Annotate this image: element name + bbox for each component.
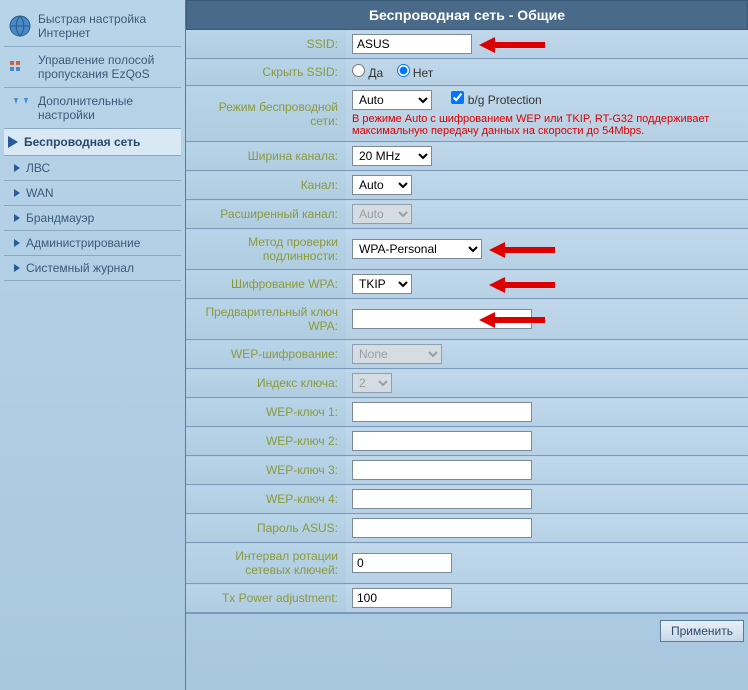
hide-ssid-no-radio[interactable] [397,64,410,77]
main-panel: Беспроводная сеть - Общие SSID: Скрыть S… [186,0,748,690]
tools-icon [8,96,32,120]
rotation-label: Интервал ротации сетевых ключей: [186,543,346,584]
sidebar-item-label: WAN [26,186,54,200]
rotation-input[interactable] [352,553,452,573]
sidebar-item-label: Дополнительные настройки [38,94,177,122]
triangle-right-icon [8,136,18,148]
page-title: Беспроводная сеть - Общие [186,0,748,30]
apply-button[interactable]: Применить [660,620,744,642]
wpa-key-label: Предварительный ключ WPA: [186,299,346,340]
sidebar-item-label: Брандмауэр [26,211,94,225]
sidebar-item-wireless[interactable]: Беспроводная сеть [4,129,181,156]
ext-channel-select: Auto [352,204,412,224]
mode-select[interactable]: Auto [352,90,432,110]
ssid-input[interactable] [352,34,472,54]
wep1-input[interactable] [352,402,532,422]
wep1-label: WEP-ключ 1: [186,398,346,427]
sidebar-item-quick-setup[interactable]: Быстрая настройка Интернет [4,6,181,47]
sidebar-item-firewall[interactable]: Брандмауэр [4,206,181,231]
width-select[interactable]: 20 MHz [352,146,432,166]
key-index-label: Индекс ключа: [186,369,346,398]
sidebar-item-wan[interactable]: WAN [4,181,181,206]
globe-icon [8,14,32,38]
sidebar-item-syslog[interactable]: Системный журнал [4,256,181,281]
wep4-input[interactable] [352,489,532,509]
asus-pass-input[interactable] [352,518,532,538]
auth-select[interactable]: WPA-Personal [352,239,482,259]
qos-icon [8,55,32,79]
sidebar-item-admin[interactable]: Администрирование [4,231,181,256]
triangle-right-icon [14,189,20,197]
wep3-input[interactable] [352,460,532,480]
hide-ssid-yes-label[interactable]: Да [352,66,383,80]
triangle-right-icon [14,214,20,222]
hide-ssid-label: Скрыть SSID: [186,59,346,86]
sidebar-item-lan[interactable]: ЛВС [4,156,181,181]
triangle-right-icon [14,264,20,272]
ext-channel-label: Расширенный канал: [186,200,346,229]
hide-ssid-yes-radio[interactable] [352,64,365,77]
width-label: Ширина канала: [186,142,346,171]
footer: Применить [186,613,748,648]
tx-power-input[interactable] [352,588,452,608]
bg-protection-checkbox[interactable] [451,91,464,104]
channel-select[interactable]: Auto [352,175,412,195]
sidebar-item-advanced[interactable]: Дополнительные настройки [4,88,181,129]
sidebar-item-label: Администрирование [26,236,140,250]
annotation-arrow [495,37,565,53]
wep-enc-label: WEP-шифрование: [186,340,346,369]
wep-enc-select: None [352,344,442,364]
annotation-arrow [505,277,575,293]
triangle-right-icon [14,239,20,247]
key-index-select: 2 [352,373,392,393]
sidebar-item-label: Быстрая настройка Интернет [38,12,177,40]
ssid-label: SSID: [186,30,346,59]
wpa-enc-select[interactable]: TKIP [352,274,412,294]
wep2-label: WEP-ключ 2: [186,427,346,456]
sidebar-item-label: Беспроводная сеть [24,135,140,149]
mode-label: Режим беспроводной сети: [186,86,346,142]
wpa-enc-label: Шифрование WPA: [186,270,346,299]
auth-label: Метод проверки подлинности: [186,229,346,270]
channel-label: Канал: [186,171,346,200]
sidebar: Быстрая настройка Интернет Управление по… [0,0,186,690]
wep2-input[interactable] [352,431,532,451]
sidebar-item-ezqos[interactable]: Управление полосой пропускания EzQoS [4,47,181,88]
wep4-label: WEP-ключ 4: [186,485,346,514]
asus-pass-label: Пароль ASUS: [186,514,346,543]
triangle-right-icon [14,164,20,172]
wep3-label: WEP-ключ 3: [186,456,346,485]
bg-protection-label[interactable]: b/g Protection [451,93,541,107]
sidebar-item-label: Системный журнал [26,261,134,275]
annotation-arrow [505,242,575,258]
settings-form: SSID: Скрыть SSID: Да Нет Режим бесп [186,30,748,613]
tx-power-label: Tx Power adjustment: [186,584,346,613]
sidebar-item-label: Управление полосой пропускания EzQoS [38,53,177,81]
hide-ssid-no-label[interactable]: Нет [397,66,434,80]
mode-warning: В режиме Auto с шифрованием WEP или TKIP… [352,113,742,137]
annotation-arrow [495,312,545,328]
sidebar-item-label: ЛВС [26,161,50,175]
